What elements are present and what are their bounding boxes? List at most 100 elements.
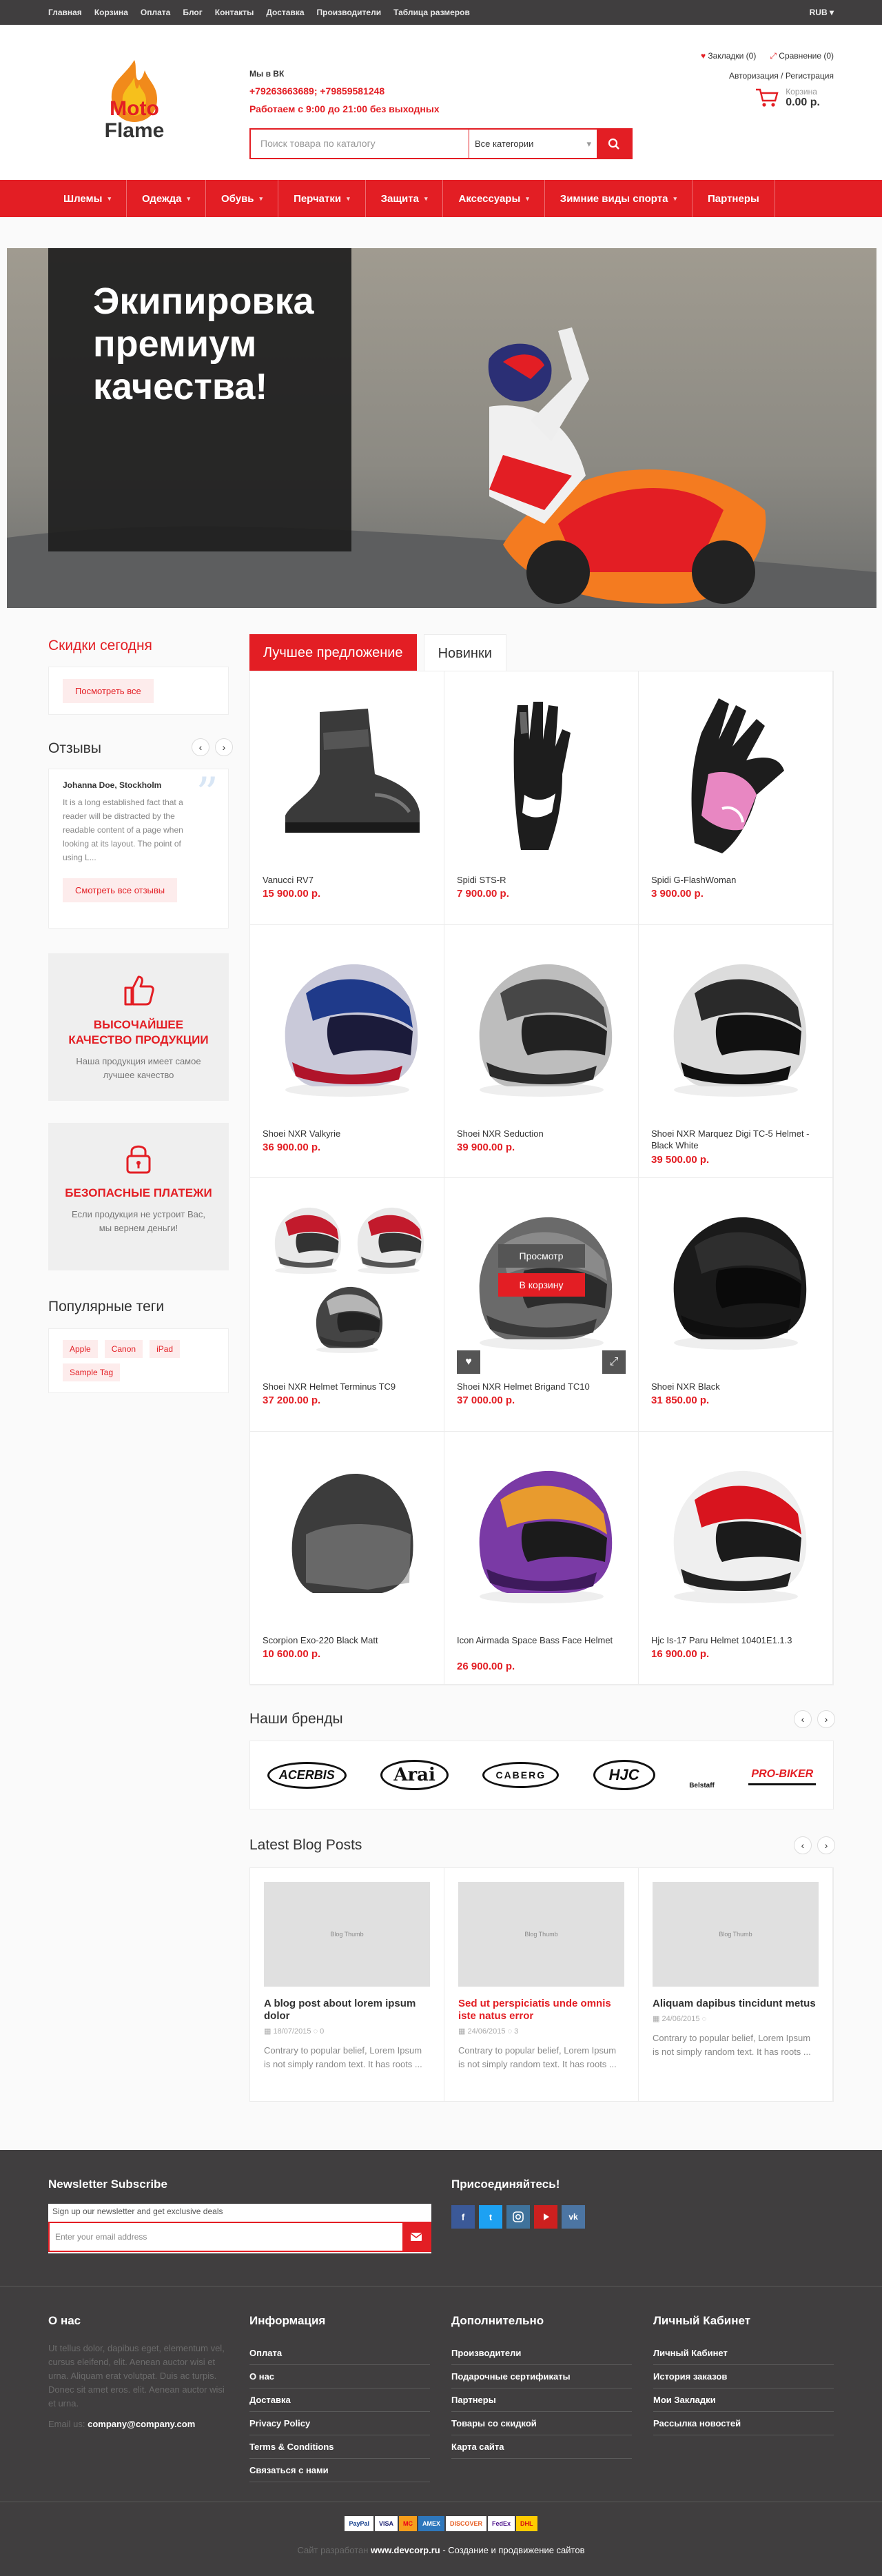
footer-link[interactable]: Производители bbox=[451, 2342, 632, 2365]
blog-post-title[interactable]: A blog post about lorem ipsum dolor bbox=[264, 1998, 430, 2022]
all-reviews-button[interactable]: Смотреть все отзывы bbox=[63, 878, 178, 902]
currency-select[interactable]: RUB ▾ bbox=[810, 0, 834, 25]
footer-link[interactable]: Доставка bbox=[249, 2389, 430, 2412]
vk-label[interactable]: Мы в ВК bbox=[249, 69, 284, 79]
product-name[interactable]: Shoei NXR Marquez Digi TC-5 Helmet - Bla… bbox=[651, 1128, 820, 1151]
brand-logo[interactable]: ACERBIS bbox=[267, 1761, 347, 1789]
login-link[interactable]: Авторизация bbox=[729, 71, 779, 81]
product-card[interactable]: Shoei NXR Seduction 39 900.00 р. bbox=[444, 924, 639, 1178]
logo[interactable]: Moto Flame bbox=[96, 57, 172, 160]
product-name[interactable]: Shoei NXR Helmet Terminus TC9 bbox=[263, 1381, 431, 1392]
nav-item[interactable]: Защита ▾ bbox=[366, 180, 444, 217]
product-name[interactable]: Vanucci RV7 bbox=[263, 874, 431, 886]
product-name[interactable]: Shoei NXR Valkyrie bbox=[263, 1128, 431, 1139]
product-image[interactable] bbox=[263, 681, 431, 867]
footer-link[interactable]: Карта сайта bbox=[451, 2435, 632, 2459]
tag[interactable]: Sample Tag bbox=[63, 1363, 121, 1381]
nav-item[interactable]: Шлемы ▾ bbox=[48, 180, 127, 217]
tab-best-offer[interactable]: Лучшее предложение bbox=[249, 634, 417, 671]
tab-new[interactable]: Новинки bbox=[423, 634, 506, 671]
developer-link[interactable]: www.devcorp.ru bbox=[371, 2545, 440, 2555]
tag[interactable]: Canon bbox=[104, 1340, 143, 1358]
footer-link[interactable]: О нас bbox=[249, 2365, 430, 2389]
product-name[interactable]: Icon Airmada Space Bass Face Helmet bbox=[457, 1634, 626, 1646]
brand-logo[interactable]: PRO-BIKER bbox=[748, 1765, 817, 1785]
twitter-icon[interactable]: t bbox=[479, 2205, 502, 2229]
product-image[interactable] bbox=[263, 935, 431, 1121]
reviews-prev-button[interactable]: ‹ bbox=[192, 738, 209, 756]
footer-link[interactable]: Мои Закладки bbox=[653, 2389, 834, 2412]
product-card[interactable]: Spidi STS-R 7 900.00 р. bbox=[444, 671, 639, 925]
top-link[interactable]: Таблица размеров bbox=[393, 8, 470, 17]
bookmarks-link[interactable]: ♥ Закладки (0) bbox=[701, 51, 756, 61]
footer-link[interactable]: Подарочные сертификаты bbox=[451, 2365, 632, 2389]
footer-link[interactable]: Личный Кабинет bbox=[653, 2342, 834, 2365]
blog-thumbnail[interactable]: Blog Thumb bbox=[653, 1882, 819, 1987]
product-name[interactable]: Scorpion Exo-220 Black Matt bbox=[263, 1634, 431, 1646]
search-button[interactable] bbox=[597, 130, 631, 158]
footer-link[interactable]: Партнеры bbox=[451, 2389, 632, 2412]
product-card[interactable]: Spidi G-FlashWoman 3 900.00 р. bbox=[639, 671, 833, 925]
product-image[interactable] bbox=[651, 1441, 820, 1627]
footer-link[interactable]: Terms & Conditions bbox=[249, 2435, 430, 2459]
newsletter-email-input[interactable]: Enter your email address bbox=[50, 2223, 402, 2251]
wishlist-icon[interactable]: ♥ bbox=[457, 1350, 480, 1374]
top-link[interactable]: Производители bbox=[317, 8, 382, 17]
vk-icon[interactable]: vk bbox=[562, 2205, 585, 2229]
register-link[interactable]: Регистрация bbox=[786, 71, 834, 81]
brand-logo[interactable]: Belstaff bbox=[689, 1761, 715, 1789]
newsletter-submit-button[interactable] bbox=[402, 2223, 430, 2251]
product-card[interactable]: Shoei NXR Marquez Digi TC-5 Helmet - Bla… bbox=[639, 924, 833, 1178]
brand-logo[interactable]: CABERG bbox=[482, 1762, 560, 1788]
top-link[interactable]: Блог bbox=[183, 8, 202, 17]
search-input[interactable]: Поиск товара по каталогу bbox=[251, 130, 469, 158]
view-all-discounts-button[interactable]: Посмотреть все bbox=[63, 679, 154, 703]
product-name[interactable]: Shoei NXR Seduction bbox=[457, 1128, 626, 1139]
add-to-cart-button[interactable]: В корзину bbox=[498, 1273, 585, 1297]
blog-post-title[interactable]: Sed ut perspiciatis unde omnis iste natu… bbox=[458, 1998, 624, 2022]
product-image[interactable] bbox=[651, 935, 820, 1121]
footer-link[interactable]: Товары со скидкой bbox=[451, 2412, 632, 2435]
blog-prev-button[interactable]: ‹ bbox=[794, 1836, 812, 1854]
instagram-icon[interactable] bbox=[506, 2205, 530, 2229]
tag[interactable]: Apple bbox=[63, 1340, 98, 1358]
product-card[interactable]: Hjc Is-17 Paru Helmet 10401E1.1.3 16 900.… bbox=[639, 1431, 833, 1685]
product-name[interactable]: Spidi STS-R bbox=[457, 874, 626, 886]
product-card[interactable]: Shoei NXR Helmet Brigand TC10 37 000.00 р… bbox=[444, 1178, 639, 1432]
product-card[interactable]: Shoei NXR Helmet Terminus TC9 37 200.00 р… bbox=[250, 1178, 444, 1432]
footer-link[interactable]: Связаться с нами bbox=[249, 2459, 430, 2482]
facebook-icon[interactable]: f bbox=[451, 2205, 475, 2229]
product-card[interactable]: Shoei NXR Valkyrie 36 900.00 р. bbox=[250, 924, 444, 1178]
nav-item[interactable]: Обувь ▾ bbox=[206, 180, 279, 217]
blog-post-title[interactable]: Aliquam dapibus tincidunt metus bbox=[653, 1998, 819, 2010]
cart-widget[interactable]: Корзина 0.00 р. bbox=[755, 87, 820, 109]
nav-item[interactable]: Зимние виды спорта ▾ bbox=[545, 180, 693, 217]
product-card[interactable]: Icon Airmada Space Bass Face Helmet 26 90… bbox=[444, 1431, 639, 1685]
product-image[interactable] bbox=[263, 1188, 431, 1374]
hero-banner[interactable]: Экипировка премиум качества! bbox=[7, 248, 876, 608]
top-link[interactable]: Главная bbox=[48, 8, 82, 17]
product-image[interactable] bbox=[457, 681, 626, 867]
tag[interactable]: iPad bbox=[150, 1340, 181, 1358]
blog-thumbnail[interactable]: Blog Thumb bbox=[264, 1882, 430, 1987]
product-card[interactable]: Vanucci RV7 15 900.00 р. bbox=[250, 671, 444, 925]
product-card[interactable]: Scorpion Exo-220 Black Matt 10 600.00 р. bbox=[250, 1431, 444, 1685]
top-link[interactable]: Корзина bbox=[94, 8, 128, 17]
blog-next-button[interactable]: › bbox=[817, 1836, 835, 1854]
compare-link[interactable]: ⤢ Сравнение (0) bbox=[770, 51, 834, 61]
product-name[interactable]: Shoei NXR Black bbox=[651, 1381, 820, 1392]
product-image[interactable] bbox=[263, 1441, 431, 1627]
top-link[interactable]: Контакты bbox=[215, 8, 254, 17]
nav-item[interactable]: Аксессуары ▾ bbox=[443, 180, 545, 217]
footer-link[interactable]: История заказов bbox=[653, 2365, 834, 2389]
product-name[interactable]: Shoei NXR Helmet Brigand TC10 bbox=[457, 1381, 626, 1392]
product-image[interactable] bbox=[651, 681, 820, 867]
reviews-next-button[interactable]: › bbox=[215, 738, 233, 756]
search-category-select[interactable]: Все категории ▾ bbox=[469, 130, 597, 158]
footer-link[interactable]: Рассылка новостей bbox=[653, 2412, 834, 2435]
brands-prev-button[interactable]: ‹ bbox=[794, 1710, 812, 1728]
brand-logo[interactable]: HJC bbox=[593, 1760, 655, 1790]
footer-email-link[interactable]: company@company.com bbox=[88, 2419, 195, 2429]
product-name[interactable]: Spidi G-FlashWoman bbox=[651, 874, 820, 886]
product-image[interactable] bbox=[457, 935, 626, 1121]
